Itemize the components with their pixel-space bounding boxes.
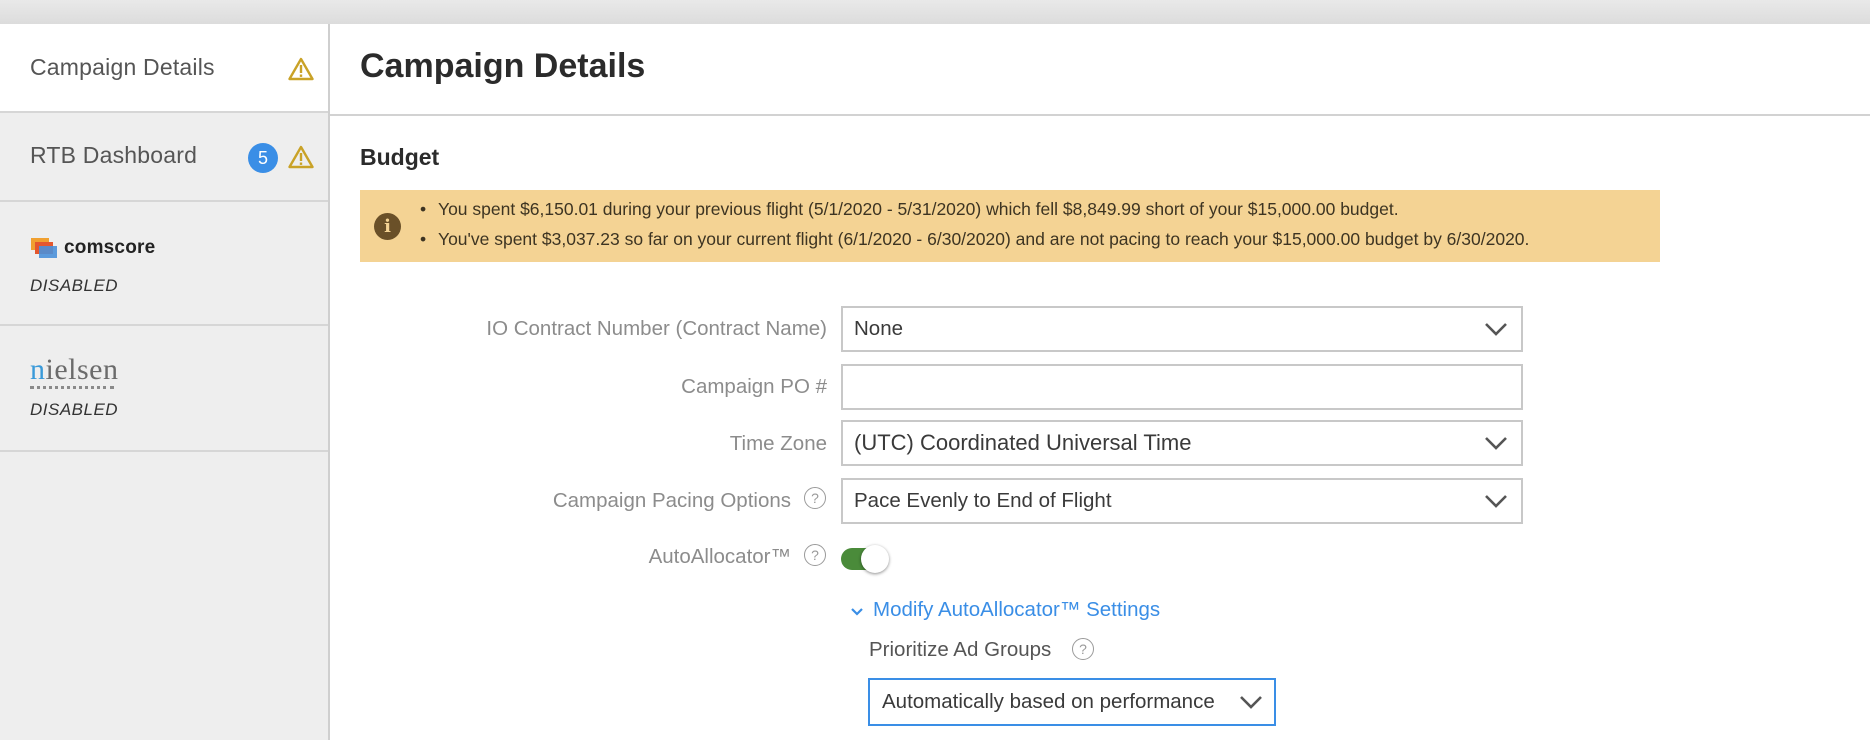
help-icon[interactable]: ? bbox=[804, 487, 826, 509]
sidebar-item-nielsen[interactable]: nielsen DISABLED bbox=[0, 326, 328, 452]
sidebar: Campaign Details RTB Dashboard 5 comscor… bbox=[0, 24, 330, 740]
top-bar bbox=[0, 0, 1870, 25]
prioritize-ad-groups-select[interactable]: Automatically based on performance bbox=[868, 678, 1276, 726]
comscore-logo-icon bbox=[31, 238, 57, 258]
nielsen-brand-rest: ielsen bbox=[45, 353, 119, 386]
io-contract-value: None bbox=[854, 317, 904, 340]
campaign-po-label: Campaign PO # bbox=[681, 375, 827, 398]
comscore-status: DISABLED bbox=[30, 276, 119, 295]
pacing-options-select[interactable]: Pace Evenly to End of Flight bbox=[841, 478, 1523, 524]
section-title-budget: Budget bbox=[360, 144, 440, 170]
chevron-down-icon bbox=[1485, 437, 1507, 450]
autoallocator-toggle[interactable] bbox=[841, 544, 889, 573]
chevron-down-icon bbox=[851, 608, 863, 616]
prioritize-ad-groups-label: Prioritize Ad Groups bbox=[869, 638, 1052, 661]
sidebar-item-campaign-details[interactable]: Campaign Details bbox=[0, 24, 328, 113]
help-icon[interactable]: ? bbox=[804, 544, 826, 566]
toggle-knob bbox=[861, 545, 889, 573]
chevron-down-icon bbox=[1485, 323, 1507, 336]
sidebar-item-comscore[interactable]: comscore DISABLED bbox=[0, 202, 328, 326]
time-zone-select[interactable]: (UTC) Coordinated Universal Time bbox=[841, 420, 1523, 466]
modify-autoallocator-link[interactable]: Modify AutoAllocator™ Settings bbox=[873, 598, 1160, 622]
info-icon: i bbox=[374, 213, 401, 240]
nielsen-logo: nielsen bbox=[30, 355, 118, 385]
comscore-brand: comscore bbox=[64, 237, 156, 258]
comscore-logo: comscore bbox=[30, 237, 155, 259]
header-divider bbox=[330, 114, 1870, 116]
budget-alert: i • You spent $6,150.01 during your previ… bbox=[360, 190, 1660, 262]
warning-icon bbox=[288, 145, 314, 169]
sidebar-item-label: Campaign Details bbox=[30, 54, 215, 80]
chevron-down-icon bbox=[1240, 696, 1262, 709]
alert-message: You spent $6,150.01 during your previous… bbox=[438, 199, 1399, 219]
warning-icon bbox=[288, 57, 314, 81]
campaign-po-input[interactable] bbox=[841, 364, 1523, 410]
page-title: Campaign Details bbox=[360, 47, 646, 85]
nielsen-status: DISABLED bbox=[30, 400, 119, 419]
autoallocator-label: AutoAllocator™ bbox=[648, 545, 791, 568]
sidebar-item-rtb-dashboard[interactable]: RTB Dashboard 5 bbox=[0, 113, 328, 202]
bullet: • bbox=[420, 199, 427, 219]
alert-message: You've spent $3,037.23 so far on your cu… bbox=[438, 229, 1530, 249]
prioritize-ad-groups-value: Automatically based on performance bbox=[882, 690, 1215, 713]
time-zone-value: (UTC) Coordinated Universal Time bbox=[854, 430, 1192, 455]
bullet: • bbox=[420, 229, 427, 249]
io-contract-select[interactable]: None bbox=[841, 306, 1523, 352]
nielsen-brand-prefix: n bbox=[30, 353, 46, 386]
io-contract-label: IO Contract Number (Contract Name) bbox=[486, 317, 827, 340]
main-content: Campaign Details Budget i • You spent $6,… bbox=[330, 24, 1870, 740]
chevron-down-icon bbox=[1485, 495, 1507, 508]
pacing-options-label: Campaign Pacing Options bbox=[552, 489, 791, 512]
sidebar-item-label: RTB Dashboard bbox=[30, 142, 198, 168]
help-icon[interactable]: ? bbox=[1072, 638, 1094, 660]
notification-badge: 5 bbox=[248, 143, 278, 173]
pacing-options-value: Pace Evenly to End of Flight bbox=[854, 489, 1112, 512]
nielsen-logo-dots bbox=[30, 386, 114, 389]
time-zone-label: Time Zone bbox=[729, 432, 827, 455]
